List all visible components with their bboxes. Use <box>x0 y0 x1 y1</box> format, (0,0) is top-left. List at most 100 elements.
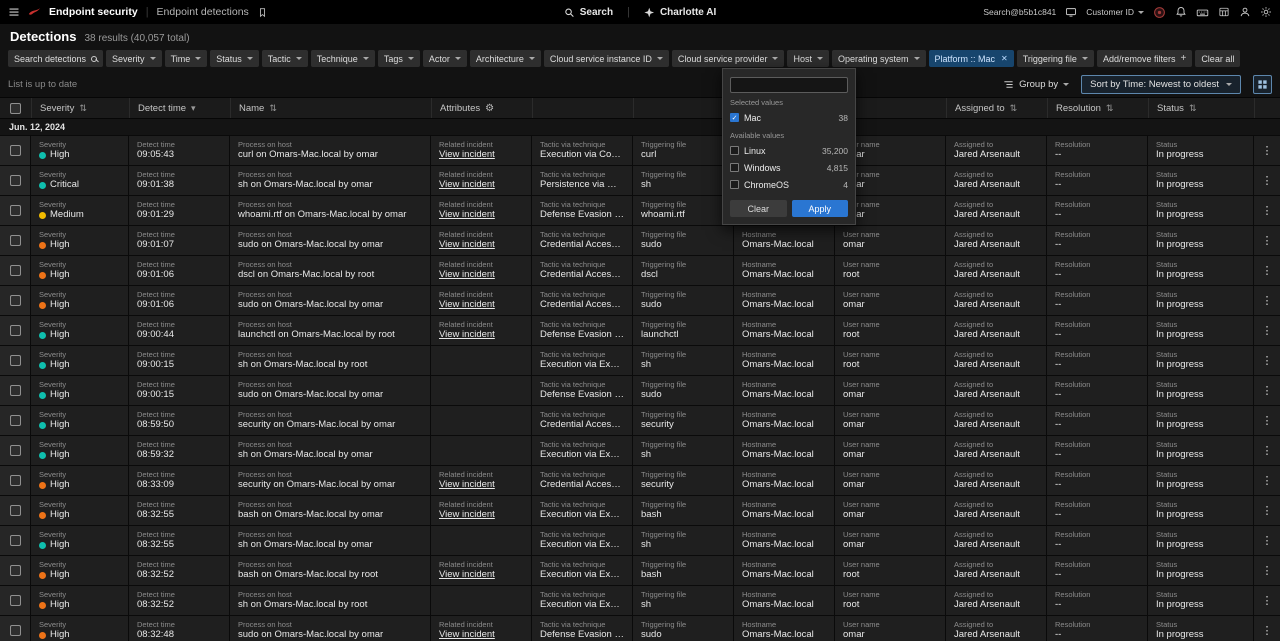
table-row[interactable]: Severity High Detect time 09:01:06 Proce… <box>0 286 1280 315</box>
table-row[interactable]: Severity High Detect time 08:59:32 Proce… <box>0 436 1280 465</box>
keyboard-icon[interactable] <box>1196 6 1209 19</box>
row-checkbox[interactable] <box>10 145 21 156</box>
filter-chip-actor[interactable]: Actor <box>423 50 467 67</box>
column-header-assigned-to[interactable]: Assigned to⇅ <box>946 98 1046 118</box>
view-incident-link[interactable]: View incident <box>439 629 523 641</box>
breadcrumb[interactable]: Endpoint detections <box>157 6 249 18</box>
table-row[interactable]: Severity High Detect time 09:05:43 Proce… <box>0 136 1280 165</box>
view-incident-link[interactable]: View incident <box>439 209 523 221</box>
view-incident-link[interactable]: View incident <box>439 179 523 191</box>
table-row[interactable]: Severity High Detect time 08:59:50 Proce… <box>0 406 1280 435</box>
row-checkbox[interactable] <box>10 535 21 546</box>
row-actions-kebab-icon[interactable]: ⋮ <box>1262 384 1273 397</box>
view-incident-link[interactable]: View incident <box>439 509 523 521</box>
user-icon[interactable] <box>1239 6 1251 18</box>
filter-chip-cloud-service-instance-id[interactable]: Cloud service instance ID <box>544 50 669 67</box>
view-incident-link[interactable]: View incident <box>439 569 523 581</box>
column-header-resolution[interactable]: Resolution⇅ <box>1047 98 1147 118</box>
column-settings-button[interactable] <box>1253 75 1272 94</box>
view-incident-link[interactable]: View incident <box>439 479 523 491</box>
row-actions-kebab-icon[interactable]: ⋮ <box>1262 534 1273 547</box>
table-row[interactable]: Severity High Detect time 09:00:15 Proce… <box>0 376 1280 405</box>
row-actions-kebab-icon[interactable]: ⋮ <box>1262 474 1273 487</box>
view-incident-link[interactable]: View incident <box>439 239 523 251</box>
apply-button[interactable]: Apply <box>792 200 849 217</box>
notifications-bell-icon[interactable] <box>1175 6 1187 18</box>
filter-chip-triggering-file[interactable]: Triggering file <box>1017 50 1094 67</box>
filter-chip-platform-mac[interactable]: Platform :: Mac✕ <box>929 50 1014 67</box>
table-row[interactable]: Severity High Detect time 09:01:07 Proce… <box>0 226 1280 255</box>
row-actions-kebab-icon[interactable]: ⋮ <box>1262 294 1273 307</box>
display-settings-sun-icon[interactable] <box>1260 6 1272 18</box>
table-row[interactable]: Severity High Detect time 08:32:52 Proce… <box>0 556 1280 585</box>
row-checkbox[interactable] <box>10 445 21 456</box>
row-checkbox[interactable] <box>10 565 21 576</box>
row-actions-kebab-icon[interactable]: ⋮ <box>1262 564 1273 577</box>
filter-chip-technique[interactable]: Technique <box>311 50 375 67</box>
table-row[interactable]: Severity High Detect time 08:32:55 Proce… <box>0 526 1280 555</box>
filter-chip-cloud-service-provider[interactable]: Cloud service provider <box>672 50 785 67</box>
platform-option-chromeos[interactable]: ChromeOS4 <box>730 176 848 193</box>
filter-chip-severity[interactable]: Severity <box>106 50 162 67</box>
row-actions-kebab-icon[interactable]: ⋮ <box>1262 594 1273 607</box>
global-search-button[interactable]: Search <box>564 7 613 18</box>
row-actions-kebab-icon[interactable]: ⋮ <box>1262 234 1273 247</box>
column-header-attributes[interactable]: Attributes⚙ <box>431 98 531 118</box>
row-actions-kebab-icon[interactable]: ⋮ <box>1262 264 1273 277</box>
hamburger-menu-icon[interactable] <box>8 6 20 18</box>
row-checkbox[interactable] <box>10 205 21 216</box>
unchecked-checkbox[interactable] <box>730 163 739 172</box>
filter-chip-architecture[interactable]: Architecture <box>470 50 541 67</box>
column-header-severity[interactable]: Severity⇅ <box>31 98 128 118</box>
table-row[interactable]: Severity High Detect time 09:00:44 Proce… <box>0 316 1280 345</box>
row-actions-kebab-icon[interactable]: ⋮ <box>1262 174 1273 187</box>
filter-chip-clear-all[interactable]: Clear all <box>1195 50 1240 67</box>
column-header-name[interactable]: Name⇅ <box>230 98 430 118</box>
unchecked-checkbox[interactable] <box>730 180 739 189</box>
column-header-status[interactable]: Status⇅ <box>1148 98 1253 118</box>
unchecked-checkbox[interactable] <box>730 146 739 155</box>
select-all-checkbox[interactable] <box>10 103 21 114</box>
filter-chip-add-remove-filters[interactable]: Add/remove filters+ <box>1097 50 1192 67</box>
crowdstrike-logo-icon[interactable] <box>28 6 41 19</box>
filter-chip-search-detections[interactable]: Search detections <box>8 50 103 67</box>
row-checkbox[interactable] <box>10 265 21 276</box>
view-incident-link[interactable]: View incident <box>439 269 523 281</box>
sort-dropdown[interactable]: Sort by Time: Newest to oldest <box>1081 75 1241 94</box>
date-group-row[interactable]: Jun. 12, 2024 <box>0 119 1280 135</box>
table-row[interactable]: Severity High Detect time 09:01:06 Proce… <box>0 256 1280 285</box>
row-actions-kebab-icon[interactable]: ⋮ <box>1262 324 1273 337</box>
platform-option-mac[interactable]: ✓Mac38 <box>730 109 848 126</box>
row-checkbox[interactable] <box>10 325 21 336</box>
row-checkbox[interactable] <box>10 595 21 606</box>
filter-chip-host[interactable]: Host <box>787 50 829 67</box>
row-checkbox[interactable] <box>10 475 21 486</box>
row-checkbox[interactable] <box>10 295 21 306</box>
clear-button[interactable]: Clear <box>730 200 787 217</box>
table-row[interactable]: Severity High Detect time 08:32:48 Proce… <box>0 616 1280 641</box>
table-row[interactable]: Severity High Detect time 08:32:55 Proce… <box>0 496 1280 525</box>
table-row[interactable]: Severity Critical Detect time 09:01:38 P… <box>0 166 1280 195</box>
customer-id-dropdown[interactable]: Customer ID <box>1086 7 1144 17</box>
filter-chip-operating-system[interactable]: Operating system <box>832 50 926 67</box>
table-row[interactable]: Severity High Detect time 08:32:52 Proce… <box>0 586 1280 615</box>
row-checkbox[interactable] <box>10 625 21 636</box>
platform-filter-search-input[interactable] <box>730 77 848 93</box>
row-checkbox[interactable] <box>10 505 21 516</box>
checked-checkbox[interactable]: ✓ <box>730 113 739 122</box>
row-checkbox[interactable] <box>10 415 21 426</box>
row-actions-kebab-icon[interactable]: ⋮ <box>1262 444 1273 457</box>
view-incident-link[interactable]: View incident <box>439 299 523 311</box>
table-row[interactable]: Severity Medium Detect time 09:01:29 Pro… <box>0 196 1280 225</box>
window-icon[interactable] <box>1065 6 1077 18</box>
row-checkbox[interactable] <box>10 355 21 366</box>
filter-chip-time[interactable]: Time <box>165 50 208 67</box>
row-checkbox[interactable] <box>10 235 21 246</box>
customer-badge-icon[interactable] <box>1153 6 1166 19</box>
row-checkbox[interactable] <box>10 385 21 396</box>
platform-option-windows[interactable]: Windows4,815 <box>730 159 848 176</box>
bookmark-icon[interactable] <box>257 7 268 18</box>
table-row[interactable]: Severity High Detect time 09:00:15 Proce… <box>0 346 1280 375</box>
close-icon[interactable]: ✕ <box>1001 54 1008 63</box>
row-actions-kebab-icon[interactable]: ⋮ <box>1262 504 1273 517</box>
